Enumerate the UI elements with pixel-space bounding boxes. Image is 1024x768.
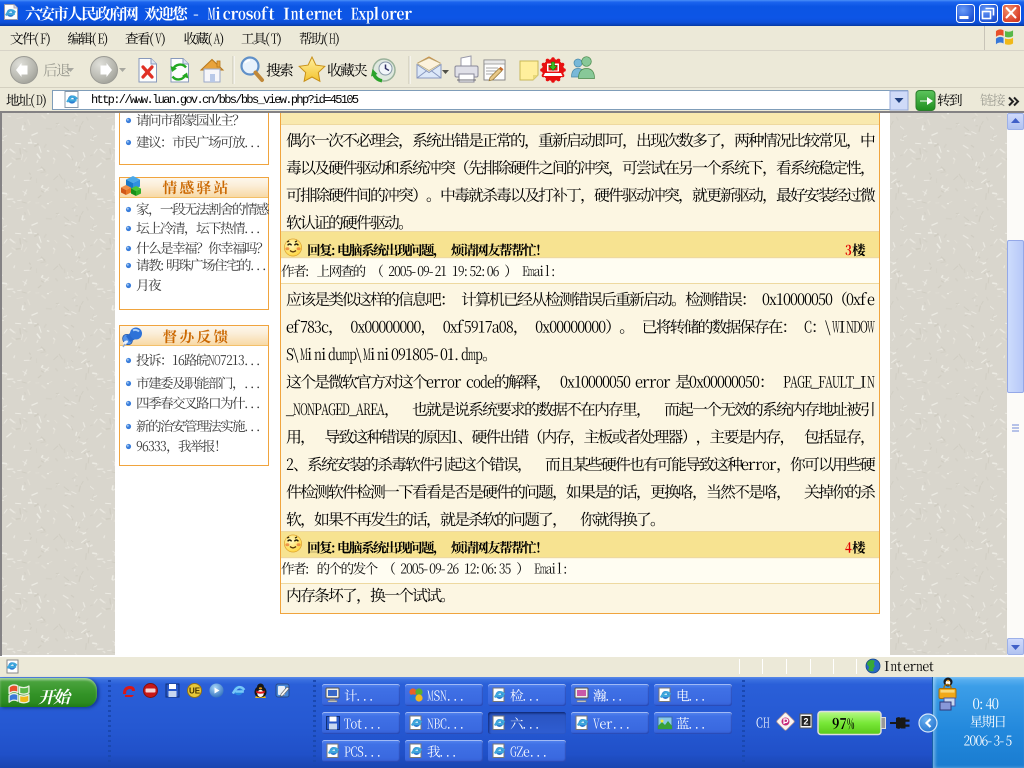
- svg-text:2: 2: [803, 717, 808, 727]
- svg-text:UE: UE: [189, 687, 201, 696]
